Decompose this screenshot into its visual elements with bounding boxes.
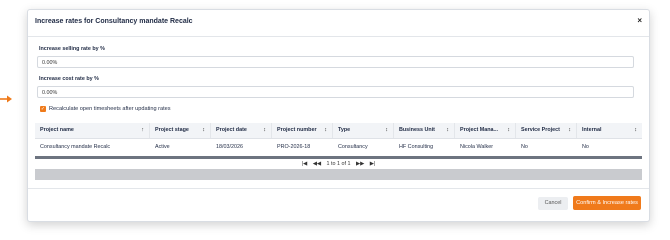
sort-icon[interactable]: ↕ [568, 123, 571, 138]
cell-type: Consultancy [338, 144, 368, 150]
sort-icon[interactable]: ↕ [446, 123, 449, 138]
sort-icon[interactable]: ↕ [385, 123, 388, 138]
col-project-name[interactable]: Project name ↑ [35, 123, 150, 138]
header-divider [28, 36, 649, 37]
close-icon[interactable]: × [637, 16, 642, 25]
col-project-manager[interactable]: Project Mana... ↕ [455, 123, 516, 138]
grid-header: Project name ↑ Project stage ↕ Project dat… [35, 123, 642, 139]
sort-icon[interactable]: ↑ [141, 123, 144, 138]
cell-service-project: No [521, 144, 528, 150]
col-business-unit[interactable]: Business Unit ↕ [394, 123, 455, 138]
sort-icon[interactable]: ↕ [263, 123, 266, 138]
empty-grid-area [35, 169, 642, 180]
col-internal[interactable]: Internal ↕ [577, 123, 642, 138]
cell-project-stage: Active [155, 144, 170, 150]
previous-page-icon[interactable]: ◀◀ [313, 161, 321, 167]
next-page-icon[interactable]: ▶▶ [356, 161, 364, 167]
projects-grid: Project name ↑ Project stage ↕ Project dat… [35, 123, 642, 167]
increase-rates-dialog: Increase rates for Consultancy mandate R… [27, 9, 650, 222]
cell-project-manager: Nicola Walker [460, 144, 494, 150]
sort-icon[interactable]: ↕ [324, 123, 327, 138]
sort-icon[interactable]: ↕ [202, 123, 205, 138]
selling-rate-label: Increase selling rate by % [39, 46, 105, 52]
cost-rate-label: Increase cost rate by % [39, 76, 99, 82]
col-project-number[interactable]: Project number ↕ [272, 123, 333, 138]
cell-internal: No [582, 144, 589, 150]
col-project-stage[interactable]: Project stage ↕ [150, 123, 211, 138]
confirm-increase-rates-button[interactable]: Confirm & Increase rates [573, 196, 641, 210]
first-page-icon[interactable]: |◀ [302, 161, 308, 167]
dialog-title: Increase rates for Consultancy mandate R… [35, 18, 193, 25]
recalculate-checkbox[interactable]: ✓ [40, 106, 46, 112]
sort-icon[interactable]: ↕ [634, 123, 637, 138]
col-service-project[interactable]: Service Project ↕ [516, 123, 577, 138]
cell-project-date: 18/03/2026 [216, 144, 243, 150]
col-project-date[interactable]: Project date ↕ [211, 123, 272, 138]
selling-rate-input[interactable]: 0.00% [37, 56, 634, 68]
horizontal-scrollbar[interactable] [35, 156, 642, 159]
cost-rate-input[interactable]: 0.00% [37, 86, 634, 98]
cancel-button[interactable]: Cancel [538, 197, 568, 210]
cell-project-number: PRO-2026-18 [277, 144, 311, 150]
annotation-arrow-icon [0, 95, 12, 103]
last-page-icon[interactable]: ▶| [370, 161, 376, 167]
cell-project-name: Consultancy mandate Recalc [40, 144, 111, 150]
pagination: |◀ ◀◀ 1 to 1 of 1 ▶▶ ▶| [35, 161, 642, 167]
footer-divider [28, 188, 649, 189]
page-info: 1 to 1 of 1 [326, 161, 351, 167]
cell-business-unit: HF Consulting [399, 144, 434, 150]
col-type[interactable]: Type ↕ [333, 123, 394, 138]
sort-icon[interactable]: ↕ [507, 123, 510, 138]
recalculate-label: Recalculate open timesheets after updati… [49, 106, 171, 112]
table-row[interactable]: Consultancy mandate Recalc Active 18/03/… [35, 139, 642, 157]
